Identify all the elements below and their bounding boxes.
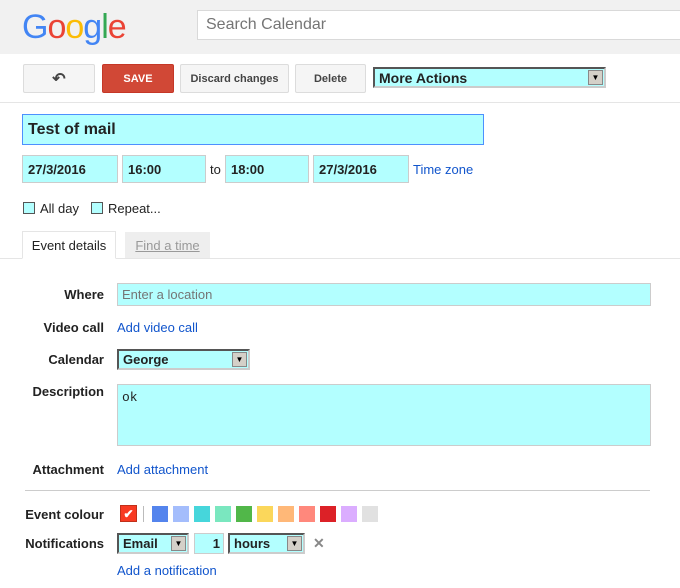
chevron-down-icon: ▼ (588, 70, 603, 85)
chevron-down-icon: ▼ (232, 352, 247, 367)
calendar-value: George (123, 352, 169, 367)
start-time-input[interactable]: 16:00 (122, 155, 206, 183)
add-attachment-link[interactable]: Add attachment (117, 462, 208, 477)
discard-changes-button[interactable]: Discard changes (180, 64, 289, 93)
search-input[interactable] (197, 10, 680, 40)
colour-swatch[interactable] (215, 506, 231, 522)
repeat-checkbox[interactable] (91, 202, 103, 214)
colour-swatch[interactable] (299, 506, 315, 522)
add-notification-link[interactable]: Add a notification (117, 563, 217, 578)
time-zone-link[interactable]: Time zone (413, 162, 473, 177)
colour-swatch[interactable] (152, 506, 168, 522)
to-label: to (210, 162, 221, 177)
save-button[interactable]: SAVE (102, 64, 174, 93)
calendar-select[interactable]: George ▼ (117, 349, 250, 370)
divider (25, 490, 650, 491)
notification-method-value: Email (123, 536, 158, 551)
event-colour-label: Event colour (25, 507, 104, 522)
end-date-input[interactable]: 27/3/2016 (313, 155, 409, 183)
more-actions-value: More Actions (379, 69, 468, 86)
all-day-label: All day (40, 201, 80, 216)
end-time-input[interactable]: 18:00 (225, 155, 309, 183)
colour-swatch[interactable] (362, 506, 378, 522)
colour-swatch[interactable] (194, 506, 210, 522)
back-button[interactable]: ↶ (23, 64, 95, 93)
description-label: Description (32, 384, 104, 399)
chevron-down-icon: ▼ (171, 536, 186, 551)
where-label: Where (64, 287, 104, 302)
colour-swatch[interactable] (173, 506, 189, 522)
divider (143, 506, 144, 522)
colour-swatch[interactable] (341, 506, 357, 522)
tab-find-a-time[interactable]: Find a time (125, 232, 210, 258)
start-date-input[interactable]: 27/3/2016 (22, 155, 118, 183)
attachment-label: Attachment (32, 462, 104, 477)
video-call-label: Video call (43, 320, 104, 335)
add-video-call-link[interactable]: Add video call (117, 320, 198, 335)
notification-unit-value: hours (234, 536, 271, 551)
colour-swatch[interactable] (320, 506, 336, 522)
notification-method-select[interactable]: Email ▼ (117, 533, 189, 554)
colour-swatch[interactable] (257, 506, 273, 522)
tab-event-details[interactable]: Event details (22, 231, 116, 259)
notification-unit-select[interactable]: hours ▼ (228, 533, 305, 554)
notifications-label: Notifications (25, 536, 104, 551)
selected-colour-swatch[interactable]: ✔ (120, 505, 137, 522)
all-day-checkbox[interactable] (23, 202, 35, 214)
description-textarea[interactable]: ok (117, 384, 651, 446)
more-actions-select[interactable]: More Actions ▼ (373, 67, 606, 88)
google-logo[interactable]: Google (22, 8, 127, 47)
divider (0, 102, 680, 103)
delete-button[interactable]: Delete (295, 64, 366, 93)
close-icon[interactable]: ✕ (313, 535, 325, 552)
colour-swatch[interactable] (278, 506, 294, 522)
back-arrow-icon: ↶ (52, 70, 66, 88)
colour-swatch[interactable] (236, 506, 252, 522)
notification-amount-input[interactable]: 1 (194, 533, 224, 554)
event-title-input[interactable]: Test of mail (22, 114, 484, 145)
check-icon: ✔ (123, 506, 134, 521)
calendar-label: Calendar (48, 352, 104, 367)
repeat-label: Repeat... (108, 201, 161, 216)
chevron-down-icon: ▼ (287, 536, 302, 551)
where-input[interactable] (117, 283, 651, 306)
